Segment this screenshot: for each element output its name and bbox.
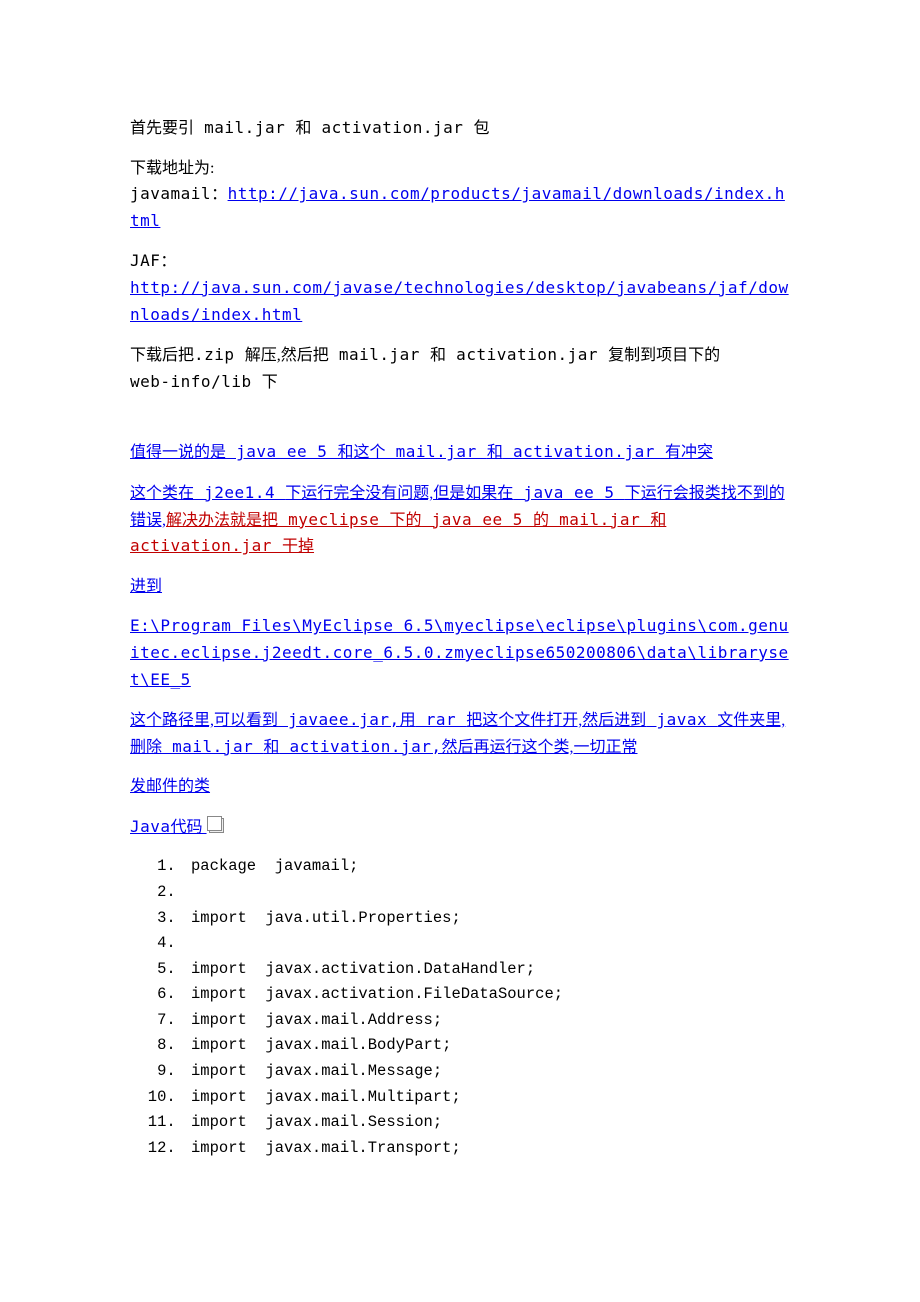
- text: mail.jar: [162, 737, 263, 756]
- text: mail.jar: [194, 118, 295, 137]
- jaf-link[interactable]: http://java.sun.com/javase/technologies/…: [130, 278, 789, 324]
- text: 复制到项目下的: [608, 347, 720, 364]
- text: javamail：: [130, 184, 228, 203]
- text: j2ee1.4: [194, 483, 285, 502]
- code-line: package javamail;: [185, 854, 790, 880]
- text: 下载后把: [130, 347, 194, 364]
- text: 下载地址为:: [130, 160, 214, 177]
- text: 用: [400, 712, 416, 729]
- text: myeclipse: [278, 510, 389, 529]
- text: 进到: [130, 578, 162, 595]
- code-line: import javax.mail.BodyPart;: [185, 1033, 790, 1059]
- spacer: [130, 409, 790, 439]
- text: 首先要引: [130, 120, 194, 137]
- text: 这个类在: [130, 485, 194, 502]
- send-mail-class-heading: 发邮件的类: [130, 774, 790, 800]
- text: mail.jar: [386, 442, 487, 461]
- text: 这个路径里,可以看到: [130, 712, 278, 729]
- text: activation.jar,: [279, 737, 441, 756]
- code-line: import java.util.Properties;: [185, 906, 790, 932]
- text: 解决办法就是把: [166, 512, 278, 529]
- path-action-paragraph: 这个路径里,可以看到 javaee.jar,用 rar 把这个文件打开,然后进到…: [130, 707, 790, 760]
- text: activation.jar: [503, 442, 665, 461]
- text: 的: [533, 512, 549, 529]
- text: 解压,然后把: [245, 347, 329, 364]
- text: JAF：: [130, 251, 177, 270]
- text: activation.jar: [446, 345, 608, 364]
- text: javax: [646, 710, 717, 729]
- jaf-paragraph: JAF： http://java.sun.com/javase/technolo…: [130, 248, 790, 328]
- text: 代码: [171, 819, 207, 836]
- path-paragraph: E:\Program Files\MyEclipse 6.5\myeclipse…: [130, 613, 790, 693]
- code-listing: package javamail; import java.util.Prope…: [130, 854, 790, 1161]
- text: 把这个文件打开,然后进到: [466, 712, 646, 729]
- download-paragraph: 下载地址为: javamail：http://java.sun.com/prod…: [130, 156, 790, 235]
- intro-paragraph: 首先要引 mail.jar 和 activation.jar 包: [130, 115, 790, 142]
- text: activation.jar: [130, 536, 282, 555]
- text: Java: [130, 817, 171, 836]
- text: E:\Program Files\MyEclipse 6.5\myeclipse…: [130, 616, 789, 688]
- text: 下的: [390, 512, 422, 529]
- text: java ee 5: [226, 442, 337, 461]
- text: 和这个: [337, 444, 385, 461]
- conflict-paragraph: 值得一说的是 java ee 5 和这个 mail.jar 和 activati…: [130, 439, 790, 466]
- code-line: import javax.mail.Message;: [185, 1059, 790, 1085]
- text: mail.jar: [329, 345, 430, 364]
- extract-paragraph: 下载后把.zip 解压,然后把 mail.jar 和 activation.ja…: [130, 342, 790, 395]
- document-page: 首先要引 mail.jar 和 activation.jar 包 下载地址为: …: [0, 0, 920, 1221]
- text: 下: [262, 374, 278, 391]
- text: 干掉: [282, 538, 314, 555]
- text: web-info/lib: [130, 372, 262, 391]
- solution-paragraph: 这个类在 j2ee1.4 下运行完全没有问题,但是如果在 java ee 5 下…: [130, 480, 790, 560]
- text: activation.jar: [311, 118, 473, 137]
- text: java ee 5: [422, 510, 533, 529]
- text: java ee 5: [513, 483, 624, 502]
- code-line: import javax.mail.Session;: [185, 1110, 790, 1136]
- text: rar: [416, 710, 467, 729]
- text: 发邮件的类: [130, 778, 210, 795]
- text: 值得一说的是: [130, 444, 226, 461]
- text: 和: [487, 444, 503, 461]
- text: 和: [263, 739, 279, 756]
- code-line: import javax.mail.Address;: [185, 1008, 790, 1034]
- code-line: import javax.activation.DataHandler;: [185, 957, 790, 983]
- text: 有冲突: [665, 444, 713, 461]
- code-line: [185, 880, 790, 906]
- goto-paragraph: 进到: [130, 574, 790, 600]
- text: 和: [650, 512, 666, 529]
- text: 下运行完全没有问题,但是如果在: [285, 485, 513, 502]
- code-line: import javax.mail.Transport;: [185, 1136, 790, 1162]
- copy-icon[interactable]: [209, 818, 224, 833]
- text: 包: [473, 120, 489, 137]
- text: 和: [430, 347, 446, 364]
- code-line: import javax.activation.FileDataSource;: [185, 982, 790, 1008]
- javamail-link[interactable]: http://java.sun.com/products/javamail/do…: [130, 184, 785, 230]
- code-line: [185, 931, 790, 957]
- text: .zip: [194, 345, 245, 364]
- text: mail.jar: [549, 510, 650, 529]
- text: javaee.jar,: [278, 710, 400, 729]
- code-line: import javax.mail.Multipart;: [185, 1085, 790, 1111]
- text: 然后再运行这个类,一切正常: [441, 739, 637, 756]
- text: 和: [295, 120, 311, 137]
- java-code-heading: Java代码: [130, 814, 790, 841]
